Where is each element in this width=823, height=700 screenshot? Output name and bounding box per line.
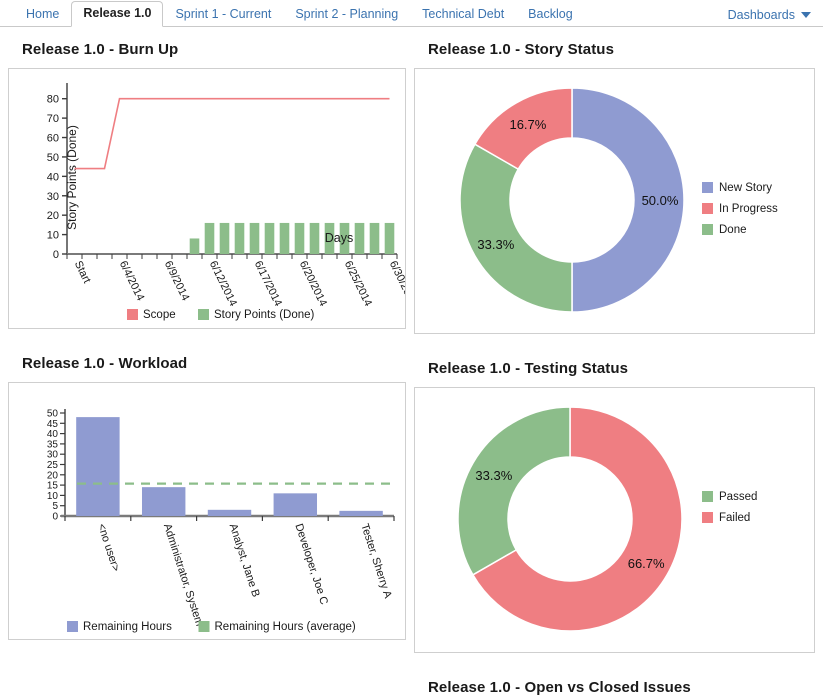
- svg-text:Failed: Failed: [719, 512, 750, 524]
- gadget-testing-status-title: Release 1.0 - Testing Status: [428, 360, 629, 377]
- svg-text:6/30/20...: 6/30/20...: [387, 259, 405, 305]
- svg-text:20: 20: [47, 210, 59, 222]
- svg-text:Days: Days: [325, 231, 353, 245]
- svg-text:80: 80: [47, 94, 59, 106]
- svg-text:10: 10: [47, 491, 59, 502]
- svg-text:6/9/2014: 6/9/2014: [162, 259, 192, 303]
- svg-text:35: 35: [47, 439, 59, 450]
- svg-text:0: 0: [52, 512, 58, 523]
- dashboard-column-left: Release 1.0 - Burn Up 0 10 20 30 40 50 60 70 80 S…: [8, 27, 406, 652]
- svg-text:Start: Start: [72, 259, 93, 285]
- svg-text:6/17/2014: 6/17/2014: [252, 259, 284, 308]
- dashboard-page: Release 1.0 - Burn Up 0 10 20 30 40 50 60 70 80 S…: [0, 27, 823, 700]
- dashboard-column-right: Release 1.0 - Story Status 50.0% 33.3% 16.…: [414, 27, 815, 700]
- testing-status-donut: 66.7% 33.3% Passed Failed: [457, 406, 757, 632]
- svg-text:30: 30: [47, 191, 59, 203]
- dashboard-tab-bar: Home Release 1.0 Sprint 1 - Current Spri…: [0, 0, 823, 27]
- workload-chart: 05101520253035404550 <no user> Administrat…: [47, 409, 396, 633]
- svg-text:33.3%: 33.3%: [475, 468, 512, 483]
- svg-text:New Story: New Story: [719, 182, 772, 194]
- svg-text:Developer, Joe C: Developer, Joe C: [292, 522, 330, 606]
- svg-text:6/20/2014: 6/20/2014: [297, 259, 329, 308]
- svg-text:66.7%: 66.7%: [628, 556, 665, 571]
- tab-home[interactable]: Home: [14, 2, 71, 27]
- gadget-burn-up: Release 1.0 - Burn Up 0 10 20 30 40 50 60 70 80 S…: [8, 27, 406, 329]
- gadget-testing-status: Release 1.0 - Testing Status 66.7% 33.3% P…: [414, 346, 815, 653]
- svg-text:20: 20: [47, 470, 59, 481]
- gadget-workload: Release 1.0 - Workload 0 5 10 15 20 25 30 35 40 4…: [8, 341, 406, 640]
- svg-text:50.0%: 50.0%: [642, 193, 679, 208]
- gadget-story-status-title: Release 1.0 - Story Status: [428, 41, 615, 58]
- tab-release-1-0[interactable]: Release 1.0: [71, 1, 164, 27]
- svg-text:0: 0: [53, 249, 59, 261]
- svg-text:33.3%: 33.3%: [477, 237, 514, 252]
- svg-text:In Progress: In Progress: [719, 203, 778, 215]
- gadget-burn-up-body: 0 10 20 30 40 50 60 70 80 Story Points (Done) Star…: [8, 68, 406, 329]
- svg-text:6/12/2014: 6/12/2014: [207, 259, 239, 308]
- gadget-burn-up-title: Release 1.0 - Burn Up: [22, 41, 179, 58]
- gadget-testing-status-body: 66.7% 33.3% Passed Failed: [414, 387, 815, 653]
- tab-technical-debt[interactable]: Technical Debt: [410, 2, 516, 27]
- tab-sprint-1-current[interactable]: Sprint 1 - Current: [163, 2, 283, 27]
- svg-text:10: 10: [47, 230, 59, 242]
- dashboards-menu-label: Dashboards: [727, 8, 795, 22]
- burn-up-chart: 0 10 20 30 40 50 60 70 80 Story Points (Done) Star…: [47, 83, 405, 321]
- svg-text:<no user>: <no user>: [95, 522, 122, 573]
- caret-down-icon: [801, 12, 811, 18]
- svg-text:Tester, Sherry A: Tester, Sherry A: [358, 522, 394, 600]
- story-status-donut: 50.0% 33.3% 16.7% New Story In Progress Done: [459, 87, 778, 313]
- svg-text:50: 50: [47, 409, 59, 420]
- svg-text:Analyst, Jane B: Analyst, Jane B: [227, 522, 262, 598]
- tab-backlog[interactable]: Backlog: [516, 2, 584, 27]
- svg-text:25: 25: [47, 460, 59, 471]
- svg-text:Remaining Hours (average): Remaining Hours (average): [215, 621, 356, 633]
- svg-text:16.7%: 16.7%: [509, 117, 546, 132]
- svg-text:40: 40: [47, 429, 59, 440]
- svg-text:6/25/2014: 6/25/2014: [342, 259, 374, 308]
- svg-text:5: 5: [52, 501, 58, 512]
- svg-text:Administrator, System: Administrator, System: [161, 522, 205, 627]
- dashboards-menu[interactable]: Dashboards: [728, 8, 811, 22]
- svg-text:Story Points (Done): Story Points (Done): [65, 125, 79, 230]
- svg-text:Passed: Passed: [719, 491, 757, 503]
- gadget-story-status-body: 50.0% 33.3% 16.7% New Story In Progress Done: [414, 68, 815, 334]
- svg-text:Remaining Hours: Remaining Hours: [83, 621, 172, 633]
- gadget-open-vs-closed: Release 1.0 - Open vs Closed Issues: [414, 665, 815, 700]
- gadget-open-vs-closed-title: Release 1.0 - Open vs Closed Issues: [428, 679, 691, 696]
- svg-text:45: 45: [47, 419, 59, 430]
- svg-text:15: 15: [47, 481, 59, 492]
- gadget-story-status: Release 1.0 - Story Status 50.0% 33.3% 16.…: [414, 27, 815, 334]
- svg-text:70: 70: [47, 113, 59, 125]
- svg-text:50: 50: [47, 152, 59, 164]
- svg-text:Done: Done: [719, 224, 747, 236]
- tab-sprint-2-planning[interactable]: Sprint 2 - Planning: [283, 2, 410, 27]
- svg-text:Scope: Scope: [143, 309, 176, 321]
- svg-text:60: 60: [47, 133, 59, 145]
- gadget-workload-title: Release 1.0 - Workload: [22, 355, 188, 372]
- gadget-workload-body: 0 5 10 15 20 25 30 35 40 45 50 <no user> Administrat…: [8, 382, 406, 640]
- svg-text:6/4/2014: 6/4/2014: [117, 259, 147, 303]
- svg-text:30: 30: [47, 450, 59, 461]
- svg-text:Story Points (Done): Story Points (Done): [214, 309, 315, 321]
- svg-text:40: 40: [47, 171, 59, 183]
